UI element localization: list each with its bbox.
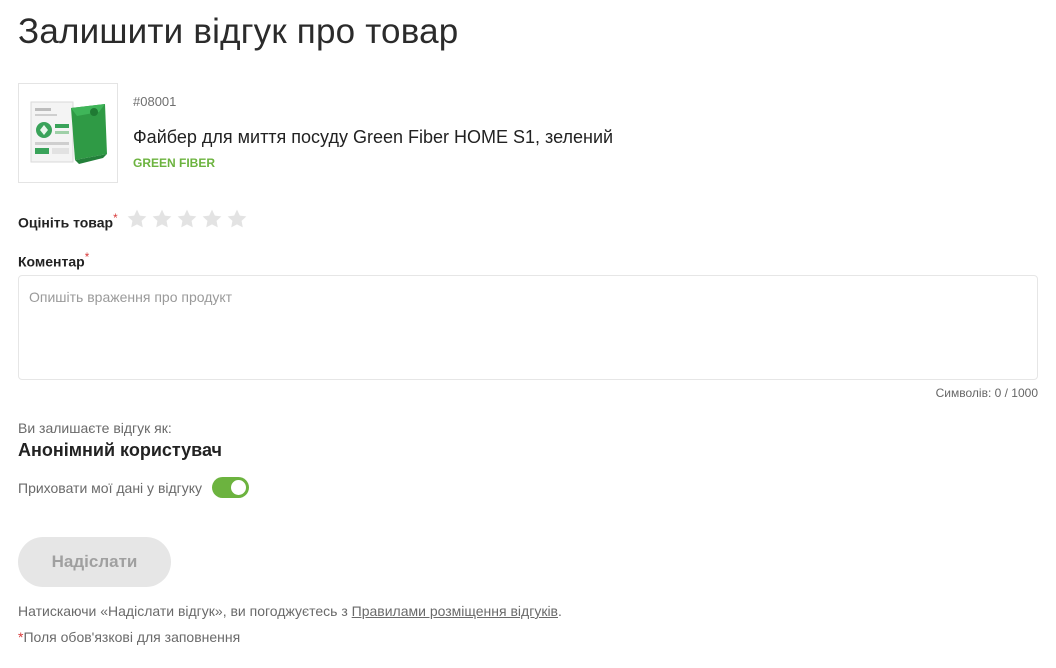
product-brand[interactable]: GREEN FIBER xyxy=(133,156,215,170)
hide-data-row: Приховати мої дані у відгуку xyxy=(18,477,250,498)
required-fields-note: *Поля обов'язкові для заповнення xyxy=(18,629,241,645)
star-icon[interactable] xyxy=(126,208,151,232)
comment-textarea[interactable] xyxy=(18,275,1038,380)
required-mark: * xyxy=(113,211,118,225)
star-icon[interactable] xyxy=(151,208,176,232)
hide-data-toggle[interactable] xyxy=(212,477,250,498)
reviewer-caption: Ви залишаєте відгук як: xyxy=(18,420,172,436)
page-title: Залишити відгук про товар xyxy=(18,12,459,51)
product-sku: #08001 xyxy=(133,94,177,109)
star-rating[interactable] xyxy=(126,208,251,232)
reviewer-name: Анонімний користувач xyxy=(18,440,223,460)
product-package-image xyxy=(19,84,117,182)
star-icon[interactable] xyxy=(176,208,201,232)
rating-row: Оцініть товар* xyxy=(18,208,251,232)
comment-label: Коментар* xyxy=(18,251,90,270)
submit-button[interactable]: Надіслати xyxy=(18,537,171,587)
review-rules-link[interactable]: Правилами розміщення відгуків xyxy=(352,603,558,619)
required-mark: * xyxy=(84,251,90,264)
toggle-knob xyxy=(231,480,247,495)
agreement-text: Натискаючи «Надіслати відгук», ви погодж… xyxy=(18,603,562,619)
star-icon[interactable] xyxy=(201,208,226,232)
character-counter: Символів: 0 / 1000 xyxy=(935,386,1038,400)
product-image[interactable] xyxy=(18,83,118,183)
rating-label: Оцініть товар* xyxy=(18,211,118,231)
star-icon[interactable] xyxy=(226,208,251,232)
hide-data-label: Приховати мої дані у відгуку xyxy=(18,479,203,496)
product-card xyxy=(18,83,118,183)
product-name[interactable]: Файбер для миття посуду Green Fiber HOME… xyxy=(133,127,613,148)
